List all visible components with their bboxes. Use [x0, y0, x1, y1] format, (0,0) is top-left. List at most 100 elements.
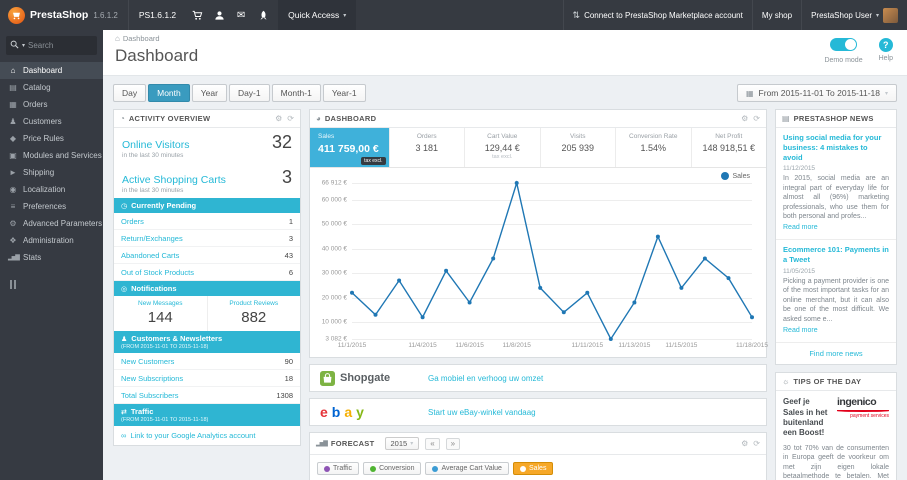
data-point	[702, 256, 707, 261]
collapse-menu-button[interactable]	[10, 280, 103, 289]
my-shop-link[interactable]: My shop	[751, 0, 801, 30]
refresh-icon[interactable]: ⟳	[287, 114, 294, 123]
truck-icon: ►	[9, 168, 17, 177]
chevron-down-icon: ▾	[410, 441, 414, 447]
user-name-label: PrestaShop User	[811, 10, 872, 20]
sidebar-search[interactable]: ▾	[6, 36, 97, 55]
calendar-icon: ▦	[745, 88, 754, 98]
toggle-conversion[interactable]: Conversion	[363, 462, 422, 475]
google-analytics-link[interactable]: ∞ Link to your Google Analytics account	[114, 426, 300, 445]
range-year-1-button[interactable]: Year-1	[322, 84, 366, 102]
read-more-link[interactable]: Read more	[783, 224, 818, 231]
tips-of-the-day-panel: ☼ TIPS OF THE DAY Geef je Sales in het b…	[775, 372, 897, 480]
sidebar-item-dashboard[interactable]: ⌂ Dashboard	[0, 62, 103, 79]
sidebar-item-preferences[interactable]: ≡ Preferences	[0, 198, 103, 215]
pending-returns-row[interactable]: Return/Exchanges 3	[114, 230, 300, 247]
sidebar-item-catalog[interactable]: ▤ Catalog	[0, 79, 103, 96]
article-title-link[interactable]: Using social media for your business: 4 …	[783, 133, 889, 162]
date-range-button[interactable]: ▦ From 2015-11-01 To 2015-11-18 ▾	[736, 84, 897, 102]
read-more-link[interactable]: Read more	[783, 327, 818, 334]
search-scope-caret-icon[interactable]: ▾	[22, 42, 25, 49]
help-icon[interactable]: ?	[878, 38, 893, 52]
settings-gear-icon[interactable]: ⚙	[741, 114, 748, 123]
toggle-traffic[interactable]: Traffic	[317, 462, 360, 475]
new-subscriptions-row[interactable]: New Subscriptions 18	[114, 370, 300, 387]
range-year-button[interactable]: Year	[191, 84, 227, 102]
refresh-icon[interactable]: ⟳	[753, 114, 760, 123]
date-toolbar: Day Month Year Day-1 Month-1 Year-1 ▦ Fr…	[113, 84, 897, 102]
find-more-news-link[interactable]: Find more news	[776, 343, 896, 364]
range-day-button[interactable]: Day	[113, 84, 147, 102]
sidebar-item-label: Advanced Parameters	[23, 219, 103, 228]
article-title-link[interactable]: Ecommerce 101: Payments in a Tweet	[783, 245, 889, 265]
ebay-letter: a	[344, 404, 352, 420]
demo-mode-toggle[interactable]	[830, 38, 858, 51]
chart-legend[interactable]: Sales	[721, 172, 750, 180]
globe-icon: ◉	[9, 185, 17, 194]
new-customers-row[interactable]: New Customers 90	[114, 353, 300, 370]
product-reviews-stat[interactable]: Product Reviews 882	[208, 296, 301, 331]
range-day-1-button[interactable]: Day-1	[228, 84, 270, 102]
pending-orders-row[interactable]: Orders 1	[114, 213, 300, 230]
shopgate-promo-link[interactable]: Ga mobiel en verhoog uw omzet	[428, 374, 543, 383]
settings-gear-icon[interactable]: ⚙	[275, 114, 282, 123]
refresh-icon[interactable]: ⟳	[753, 439, 760, 448]
panel-title: TIPS OF THE DAY	[793, 377, 862, 387]
toggle-average-cart-value[interactable]: Average Cart Value	[425, 462, 509, 475]
sidebar-item-stats[interactable]: ▂▅▇ Stats	[0, 249, 103, 266]
total-subscribers-row[interactable]: Total Subscribers 1308	[114, 387, 300, 404]
sidebar-item-orders[interactable]: ▦ Orders	[0, 96, 103, 113]
lightbulb-icon: ☼	[782, 377, 790, 387]
range-month-1-button[interactable]: Month-1	[271, 84, 321, 102]
modules-icon: ▣	[9, 151, 17, 160]
toggle-sales[interactable]: Sales	[512, 462, 554, 475]
kpi-label: Sales	[318, 133, 335, 140]
forecast-year-select[interactable]: 2015 ▾	[384, 437, 420, 450]
kpi-conversion-rate[interactable]: Conversion Rate 1.54%	[616, 128, 692, 167]
news-article: Using social media for your business: 4 …	[776, 128, 896, 241]
kpi-cart-value[interactable]: Cart Value 129,44 € tax excl.	[465, 128, 541, 167]
sidebar-item-advanced-parameters[interactable]: ⚙ Advanced Parameters	[0, 215, 103, 232]
legend-dot-icon	[721, 172, 730, 180]
sidebar-item-label: Stats	[23, 253, 42, 262]
kpi-visits[interactable]: Visits 205 939	[541, 128, 616, 167]
customers-notifications-icon[interactable]	[208, 0, 230, 30]
shop-name-link[interactable]: PS1.6.1.2	[127, 0, 186, 30]
gear-icon: ⚙	[9, 219, 17, 228]
sidebar-item-customers[interactable]: ♟ Customers	[0, 113, 103, 130]
ebay-promo-link[interactable]: Start uw eBay-winkel vandaag	[428, 408, 536, 417]
abandoned-carts-row[interactable]: Abandoned Carts 43	[114, 247, 300, 264]
marketplace-connect-link[interactable]: ⇅ Connect to PrestaShop Marketplace acco…	[562, 0, 752, 30]
link-label: Link to your Google Analytics account	[130, 431, 256, 440]
online-visitors-metric: Online Visitors 32	[114, 128, 300, 151]
toggle-knob	[845, 39, 857, 50]
messages-notifications-icon[interactable]: ✉	[230, 0, 252, 30]
sidebar-item-shipping[interactable]: ► Shipping	[0, 164, 103, 181]
cart-notifications-icon[interactable]	[186, 0, 208, 30]
settings-gear-icon[interactable]: ⚙	[741, 439, 748, 448]
panel-tools: ⚙ ⟳	[741, 439, 760, 448]
kpi-net-profit[interactable]: Net Profit 148 918,51 €	[692, 128, 767, 167]
search-input[interactable]	[28, 41, 81, 50]
forecast-prev-button[interactable]: «	[425, 437, 440, 450]
user-menu[interactable]: PrestaShop User ▾	[801, 0, 907, 30]
series-dot-icon	[324, 465, 330, 472]
quick-access-menu[interactable]: Quick Access ▾	[278, 0, 357, 30]
sidebar-item-label: Localization	[23, 185, 66, 194]
onboarding-rocket-icon[interactable]	[252, 0, 274, 30]
kpi-row: Sales 411 759,00 € tax excl. Orders 3 18…	[310, 128, 766, 168]
sidebar-item-administration[interactable]: ❖ Administration	[0, 232, 103, 249]
data-point	[655, 234, 660, 239]
sidebar-item-localization[interactable]: ◉ Localization	[0, 181, 103, 198]
forecast-next-button[interactable]: »	[445, 437, 461, 450]
new-messages-stat[interactable]: New Messages 144	[114, 296, 208, 331]
out-of-stock-row[interactable]: Out of Stock Products 6	[114, 264, 300, 281]
breadcrumb-item: Dashboard	[122, 34, 160, 43]
kpi-sales[interactable]: Sales 411 759,00 € tax excl.	[310, 128, 390, 167]
prestashop-home-link[interactable]: PrestaShop 1.6.1.2	[0, 6, 128, 24]
range-month-button[interactable]: Month	[148, 84, 190, 102]
sidebar-item-price-rules[interactable]: ◆ Price Rules	[0, 130, 103, 147]
page-header: ⌂ Dashboard Dashboard Demo mode ? Help	[103, 30, 907, 76]
sidebar-item-modules[interactable]: ▣ Modules and Services	[0, 147, 103, 164]
kpi-orders[interactable]: Orders 3 181	[390, 128, 465, 167]
